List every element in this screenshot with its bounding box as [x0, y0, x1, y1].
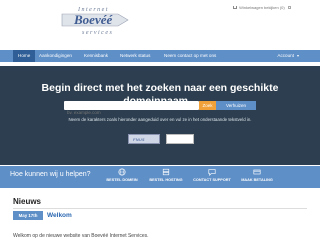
contact-support-label: CONTACT SUPPORT [193, 178, 231, 182]
news-divider [13, 208, 307, 209]
chevron-down-icon [297, 54, 299, 57]
cart-label: Winkelwagen bekijken (0) [239, 5, 285, 10]
account-label: Account [277, 53, 294, 58]
account-menu[interactable]: Account [277, 50, 299, 62]
order-domain-link[interactable]: BESTEL DOMEIN [101, 168, 143, 182]
captcha-instructions: Neem de karakters zoals hieronder aanged… [68, 117, 252, 122]
main-navigation: Home Aankondigingen Kennisbank Netwerk s… [0, 50, 320, 62]
site-header: Internet Boevéé services Winkelwagen bek… [0, 0, 320, 40]
captcha-image: FNU5 [128, 134, 160, 144]
news-title: Nieuws [13, 197, 42, 206]
view-cart-link[interactable]: Winkelwagen bekijken (0) [233, 5, 291, 10]
globe-icon [118, 168, 126, 176]
payment-icon [253, 169, 261, 175]
order-domain-label: BESTEL DOMEIN [106, 178, 138, 182]
domain-search-hero: Begin direct met het zoeken naar een ges… [0, 66, 320, 165]
language-icon[interactable] [287, 6, 291, 10]
page: Internet Boevéé services Winkelwagen bek… [0, 0, 320, 240]
news-item-title[interactable]: Welkom [47, 211, 72, 220]
nav-item-home[interactable]: Home [13, 50, 36, 62]
search-button[interactable]: Zoek [199, 101, 216, 110]
news-item-text: Welkom op de nieuwe website van Boevéé I… [13, 233, 149, 239]
order-hosting-link[interactable]: BESTEL HOSTING [145, 168, 187, 182]
make-payment-link[interactable]: MAAK BETALING [236, 168, 278, 182]
logo-line3: services [82, 30, 113, 36]
domain-search-field[interactable] [64, 101, 199, 117]
captcha-text: FNU5 [133, 137, 145, 142]
support-icon [208, 169, 216, 176]
news-date-badge: May 17th [13, 211, 43, 220]
boevee-logo[interactable]: Internet Boevéé services [58, 2, 136, 36]
make-payment-label: MAAK BETALING [241, 178, 273, 182]
nav-item-kennisbank[interactable]: Kennisbank [84, 50, 108, 62]
nav-item-netwerk-status[interactable]: Netwerk status [120, 50, 150, 62]
help-bar: Hoe kunnen wij u helpen? BESTEL DOMEIN B… [0, 166, 320, 188]
domain-search-input[interactable] [64, 108, 199, 117]
captcha-input[interactable] [166, 134, 194, 144]
order-hosting-label: BESTEL HOSTING [149, 178, 183, 182]
logo-graphic: Internet Boevéé services [61, 7, 129, 36]
logo-line2: Boevéé [73, 12, 113, 27]
nav-item-aankondigingen[interactable]: Aankondigingen [39, 50, 72, 62]
transfer-button[interactable]: Verhuizen [216, 101, 256, 110]
nav-item-contact[interactable]: Neem contact op met ons [164, 50, 216, 62]
cart-icon [233, 6, 237, 10]
hosting-icon [162, 168, 170, 176]
contact-support-link[interactable]: CONTACT SUPPORT [191, 168, 233, 182]
help-title: Hoe kunnen wij u helpen? [10, 171, 91, 178]
